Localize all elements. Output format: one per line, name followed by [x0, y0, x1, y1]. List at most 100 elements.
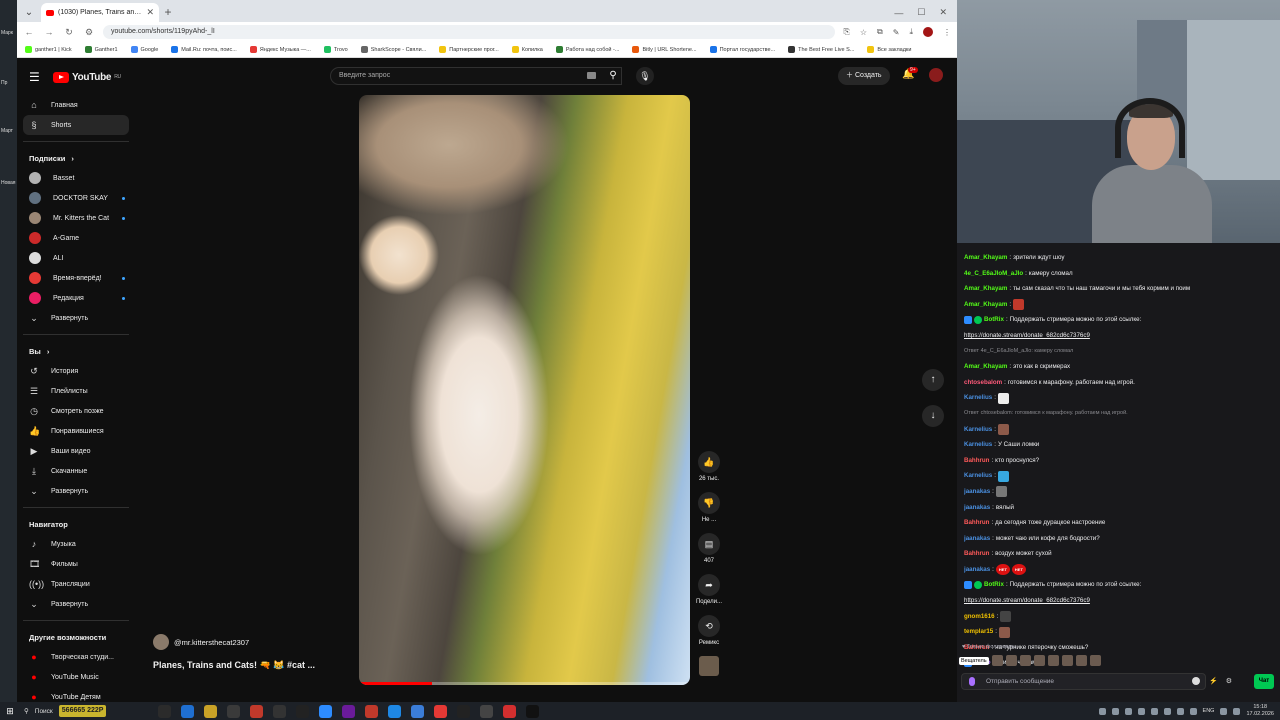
bookmark-item[interactable]: ganther1 | Kick	[25, 46, 72, 53]
chat-username[interactable]: Karnelius	[964, 468, 992, 484]
donate-link[interactable]: https://donate.stream/donate_682cd6c7376…	[964, 328, 1090, 344]
chat-username[interactable]: Karnelius	[964, 390, 992, 406]
next-short-icon[interactable]: ↓	[922, 405, 944, 427]
taskbar-app-icon[interactable]	[319, 704, 332, 718]
bookmark-item[interactable]: Яндекс Музыка —...	[249, 46, 311, 53]
you-header[interactable]: Вы ›	[17, 341, 135, 361]
tray-icon[interactable]	[1137, 707, 1145, 715]
site-info-icon[interactable]: ⚙	[83, 27, 95, 38]
chat-username[interactable]: gnom1616	[964, 609, 995, 625]
desktop-label[interactable]: Март	[1, 128, 13, 134]
chat-username[interactable]: Bahhrun	[964, 515, 989, 531]
bookmark-item[interactable]: SharkScope - Свяли...	[360, 46, 426, 53]
bookmark-item[interactable]: Trovo	[323, 46, 348, 53]
chat-username[interactable]: 4e_C_E6aJloM_aJlo	[964, 266, 1023, 282]
chat-username[interactable]: Karnelius	[964, 437, 992, 453]
tray-icon[interactable]	[1150, 707, 1158, 715]
download-icon[interactable]: ⤓	[909, 27, 913, 37]
video-progress-bar[interactable]	[359, 682, 690, 685]
taskbar-app-icon[interactable]	[503, 704, 516, 718]
taskbar-app-icon[interactable]	[181, 704, 194, 718]
taskbar-app-icon[interactable]	[204, 704, 217, 718]
close-window-icon[interactable]: ✕	[939, 7, 947, 18]
share-button[interactable]: ➦ Подели...	[695, 574, 723, 605]
chat-username[interactable]: Amar_Khayam	[964, 359, 1007, 375]
url-field[interactable]: youtube.com/shorts/119pyAhd-_lI	[103, 25, 836, 39]
sidebar-item-you[interactable]: ⤓ Скачанные	[17, 461, 135, 481]
extensions-icon[interactable]: ⧉	[877, 27, 883, 37]
previous-short-icon[interactable]: ↑	[922, 369, 944, 391]
bookmark-item[interactable]: Google	[130, 46, 158, 53]
chat-username[interactable]: Amar_Khayam	[964, 281, 1007, 297]
chat-username[interactable]: Bahhrun	[964, 546, 989, 562]
chat-username[interactable]: jaanakas	[964, 562, 990, 578]
chatter-avatar[interactable]	[1061, 655, 1073, 666]
taskbar-app-icon[interactable]	[480, 704, 493, 718]
expand-subscriptions-button[interactable]: ⌄ Развернуть	[17, 308, 135, 328]
microphone-icon[interactable]: 🎙	[636, 67, 654, 85]
taskbar-app-icon[interactable]	[250, 704, 263, 718]
bookmark-item[interactable]: Работа над собой -...	[555, 46, 619, 53]
tray-icon[interactable]	[1176, 707, 1184, 715]
browser-tab[interactable]: (1030) Planes, Trains and C... ✕	[41, 3, 159, 22]
tab-close-icon[interactable]: ✕	[146, 7, 154, 18]
taskbar-app-icon[interactable]	[227, 704, 240, 718]
sidebar-item-more[interactable]: ● YouTube Music	[17, 667, 135, 687]
taskbar-app-icon[interactable]	[273, 704, 286, 718]
chat-username[interactable]: Karnelius	[964, 422, 992, 438]
subscription-item[interactable]: Basset	[17, 168, 135, 188]
search-input[interactable]: Введите запрос	[330, 67, 622, 85]
chat-username[interactable]: jaanakas	[964, 531, 990, 547]
chat-mic-icon[interactable]	[969, 677, 975, 686]
new-tab-icon[interactable]: +	[159, 3, 177, 22]
tab-search-icon[interactable]: ⌄	[21, 4, 37, 22]
volume-icon[interactable]	[1233, 707, 1241, 715]
taskbar-app-icon[interactable]	[434, 704, 447, 718]
sidebar-item-home[interactable]: ⌂ Главная	[17, 95, 135, 115]
reload-icon[interactable]: ↻	[63, 27, 75, 38]
youtube-logo[interactable]: YouTube RU	[53, 71, 121, 83]
chatter-avatar[interactable]	[1075, 655, 1087, 666]
chatter-avatar[interactable]	[1047, 655, 1059, 666]
bookmark-item[interactable]: Копилка	[511, 46, 543, 53]
minimize-icon[interactable]: —	[894, 8, 903, 18]
chatter-avatar[interactable]	[1019, 655, 1031, 666]
sidebar-item-navigator[interactable]: ((•)) Трансляции	[17, 574, 135, 594]
chat-username[interactable]: Amar_Khayam	[964, 297, 1007, 313]
tray-icon[interactable]	[1111, 707, 1119, 715]
comment-button[interactable]: ▤ 407	[695, 533, 723, 564]
remix-button[interactable]: ⟲ Ремикс	[695, 615, 723, 646]
subscription-item[interactable]: DOCKTOR SKAY	[17, 188, 135, 208]
menu-icon[interactable]: ⋮	[943, 28, 951, 37]
subscription-item[interactable]: Mr. Kitters the Cat	[17, 208, 135, 228]
wifi-icon[interactable]	[1220, 707, 1228, 715]
short-title[interactable]: Planes, Trains and Cats! 🔫 😹 #cat ...	[153, 660, 315, 671]
bookmark-item[interactable]: Портал государстве...	[709, 46, 775, 53]
chatter-avatar[interactable]	[1089, 655, 1101, 666]
subscription-item[interactable]: Редакция	[17, 288, 135, 308]
subscription-item[interactable]: A-Game	[17, 228, 135, 248]
tray-icon[interactable]	[1163, 707, 1171, 715]
language-indicator[interactable]: ENG	[1203, 708, 1215, 714]
user-avatar[interactable]	[929, 68, 943, 82]
sidebar-item-you[interactable]: ▶ Ваши видео	[17, 441, 135, 461]
chat-username[interactable]: jaanakas	[964, 484, 990, 500]
sound-thumbnail[interactable]	[699, 656, 719, 676]
subscriptions-header[interactable]: Подписки ›	[17, 148, 135, 168]
profile-avatar[interactable]	[923, 27, 933, 37]
bookmark-item[interactable]: The Best Free Live S...	[788, 46, 854, 53]
channel-handle[interactable]: @mr.kittersthecat2307	[174, 638, 249, 647]
tray-icon[interactable]	[1124, 707, 1132, 715]
desktop-label[interactable]: Пр	[1, 80, 7, 86]
search-icon[interactable]: ⚲	[602, 67, 624, 85]
back-icon[interactable]: ←	[23, 27, 35, 37]
search-highlight-banner[interactable]: 566665 222P	[58, 705, 107, 717]
chat-send-button[interactable]: Чат	[1254, 674, 1274, 689]
chatter-avatar[interactable]	[1033, 655, 1045, 666]
chat-username[interactable]: Amar_Khayam	[964, 250, 1007, 266]
chat-username[interactable]: BotRix	[984, 577, 1004, 593]
subscription-item[interactable]: ALI	[17, 248, 135, 268]
tray-icon[interactable]	[1098, 707, 1106, 715]
taskbar-app-icon[interactable]	[158, 704, 171, 718]
emoji-icon[interactable]	[1192, 677, 1200, 685]
